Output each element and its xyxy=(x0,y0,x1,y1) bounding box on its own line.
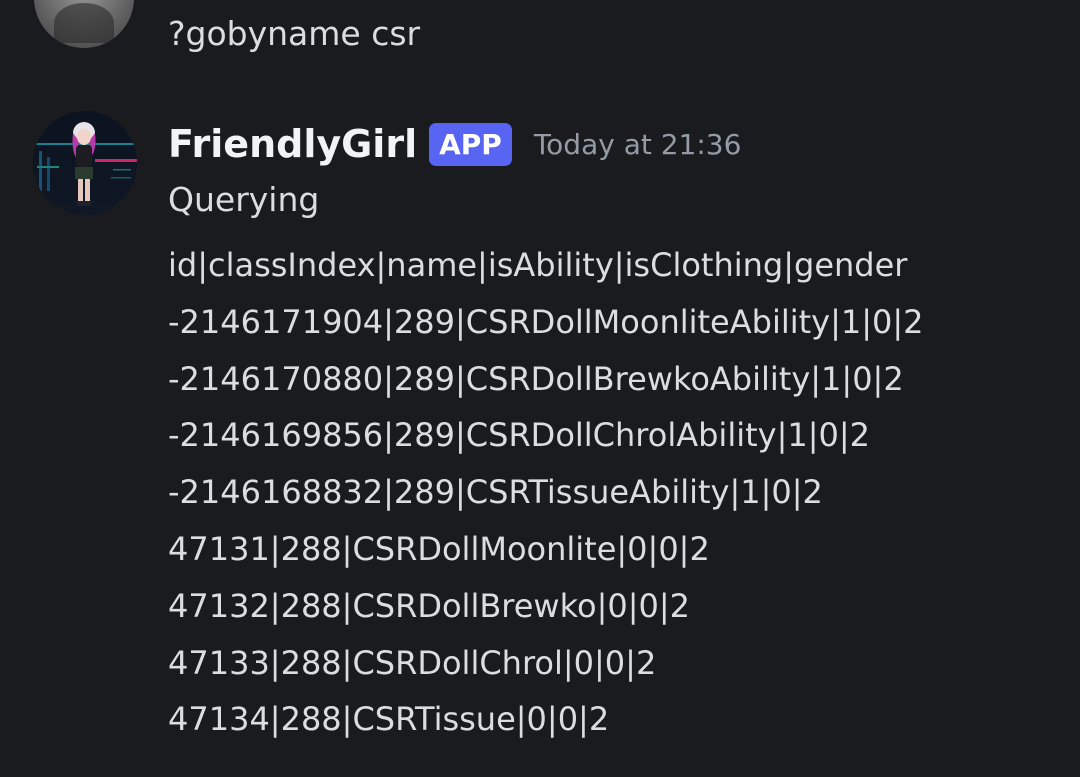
previous-message-content: ?gobyname csr xyxy=(168,14,421,53)
result-line: 47132|288|CSRDollBrewko|0|0|2 xyxy=(168,586,690,625)
status-text: Querying xyxy=(168,180,320,219)
query-result: id|classIndex|name|isAbility|isClothing|… xyxy=(168,243,924,754)
result-line: -2146169856|289|CSRDollChrolAbility|1|0|… xyxy=(168,416,870,455)
result-line: 47134|288|CSRTissue|0|0|2 xyxy=(168,700,610,739)
bot-username[interactable]: FriendlyGirl xyxy=(168,122,417,166)
result-line: 47131|288|CSRDollMoonlite|0|0|2 xyxy=(168,529,710,568)
avatar-image xyxy=(33,111,137,215)
result-header-line: id|classIndex|name|isAbility|isClothing|… xyxy=(168,246,908,284)
result-line: -2146170880|289|CSRDollBrewkoAbility|1|0… xyxy=(168,359,904,398)
result-line: -2146171904|289|CSRDollMoonliteAbility|1… xyxy=(168,302,924,341)
app-badge: APP xyxy=(429,122,512,166)
message-timestamp[interactable]: Today at 21:36 xyxy=(534,128,742,161)
message-header: FriendlyGirl APP Today at 21:36 xyxy=(168,116,741,172)
result-line: 47133|288|CSRDollChrol|0|0|2 xyxy=(168,643,657,682)
previous-author-avatar[interactable] xyxy=(34,0,134,48)
bot-avatar[interactable] xyxy=(33,111,137,215)
result-line: -2146168832|289|CSRTissueAbility|1|0|2 xyxy=(168,473,823,512)
